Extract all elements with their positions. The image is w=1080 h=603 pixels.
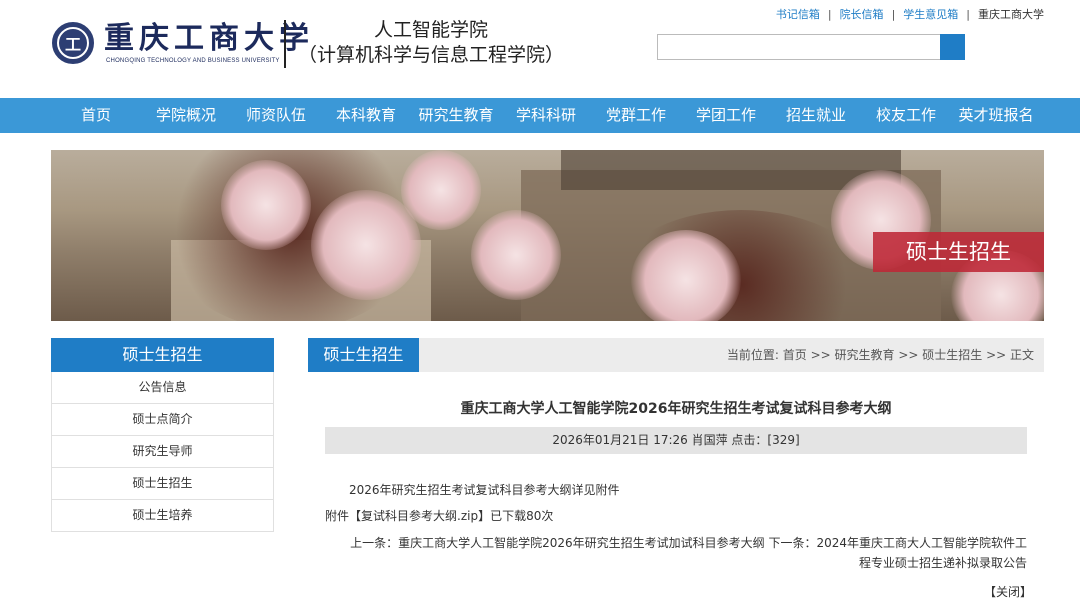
banner-blossom (221, 160, 311, 250)
nav-item-overview[interactable]: 学院概况 (141, 98, 231, 133)
sidebar-item-program-intro[interactable]: 硕士点简介 (51, 404, 274, 436)
university-name-cn[interactable]: 重庆工商大学 (104, 22, 314, 56)
college-name-line1: 人工智能学院 (373, 19, 488, 41)
next-article-link[interactable]: 下一条：2024年重庆工商大人工智能学院软件工程专业硕士招生递补拟录取公告 (768, 536, 1027, 570)
sidebar-title: 硕士生招生 (51, 338, 274, 372)
sidebar: 硕士生招生 公告信息 硕士点简介 研究生导师 硕士生招生 硕士生培养 (51, 338, 274, 532)
sidebar-item-master-training[interactable]: 硕士生培养 (51, 500, 274, 532)
nav-item-party[interactable]: 党群工作 (591, 98, 681, 133)
nav-item-undergraduate[interactable]: 本科教育 (321, 98, 411, 133)
nav-item-youth-league[interactable]: 学团工作 (681, 98, 771, 133)
nav-item-graduate[interactable]: 研究生教育 (411, 98, 501, 133)
nav-item-alumni[interactable]: 校友工作 (861, 98, 951, 133)
attachment-suffix: 】已下载80次 (478, 509, 554, 523)
banner-label: 硕士生招生 (873, 232, 1044, 272)
prev-next-nav: 上一条：重庆工商大学人工智能学院2026年研究生招生考试加试科目参考大纲 下一条… (340, 533, 1027, 573)
nav-item-home[interactable]: 首页 (51, 98, 141, 133)
logo-divider (284, 20, 286, 68)
article-meta: 2026年01月21日 17:26 肖国萍 点击：[329] (325, 427, 1027, 454)
university-link[interactable]: 重庆工商大学 (978, 6, 1044, 22)
banner-blossom (471, 210, 561, 300)
nav-item-admissions[interactable]: 招生就业 (771, 98, 861, 133)
attachment-prefix: 附件【 (325, 509, 362, 523)
article-content: 2026年研究生招生考试复试科目参考大纲详见附件 (349, 483, 620, 497)
main-nav: 首页 学院概况 师资队伍 本科教育 研究生教育 学科科研 党群工作 学团工作 招… (0, 98, 1080, 133)
student-feedback-link[interactable]: 学生意见箱 (903, 6, 958, 22)
university-name-en: CHONGQING TECHNOLOGY AND BUSINESS UNIVER… (106, 58, 280, 64)
close-link[interactable]: 【关闭】 (984, 583, 1032, 600)
section-tab: 硕士生招生 (308, 338, 419, 372)
breadcrumb: 当前位置: 首页 >> 研究生教育 >> 硕士生招生 >> 正文 (726, 348, 1034, 362)
attachment-link[interactable]: 复试科目参考大纲.zip (361, 509, 478, 523)
seal-inner: 工 (57, 27, 89, 59)
dean-mailbox-link[interactable]: 院长信箱 (840, 6, 884, 22)
secretary-mailbox-link[interactable]: 书记信箱 (776, 6, 820, 22)
nav-item-elite-class[interactable]: 英才班报名 (951, 98, 1041, 133)
banner-image: 硕士生招生 (51, 150, 1044, 321)
main-header-bar: 硕士生招生 当前位置: 首页 >> 研究生教育 >> 硕士生招生 >> 正文 (308, 338, 1044, 372)
sidebar-item-master-admissions[interactable]: 硕士生招生 (51, 468, 274, 500)
separator: | (891, 7, 896, 21)
banner-blossom (631, 230, 741, 321)
separator: | (827, 7, 832, 21)
attachment-line: 附件【复试科目参考大纲.zip】已下载80次 (325, 507, 553, 524)
sidebar-item-supervisors[interactable]: 研究生导师 (51, 436, 274, 468)
nav-item-research[interactable]: 学科科研 (501, 98, 591, 133)
top-links: 书记信箱 | 院长信箱 | 学生意见箱 | 重庆工商大学 (776, 6, 1044, 22)
separator: | (966, 7, 970, 21)
banner-blossom (401, 150, 481, 230)
college-name-line2: （计算机科学与信息工程学院） (297, 44, 564, 66)
search-input[interactable] (657, 34, 941, 60)
search-button[interactable] (940, 34, 965, 60)
prev-article-link[interactable]: 上一条：重庆工商大学人工智能学院2026年研究生招生考试加试科目参考大纲 (350, 536, 765, 550)
article-title: 重庆工商大学人工智能学院2026年研究生招生考试复试科目参考大纲 (460, 401, 892, 417)
university-seal-logo[interactable]: 工 (52, 22, 94, 64)
sidebar-item-announcements[interactable]: 公告信息 (51, 372, 274, 404)
college-name: 人工智能学院 （计算机科学与信息工程学院） (296, 18, 566, 68)
nav-item-faculty[interactable]: 师资队伍 (231, 98, 321, 133)
site-header: 工 重庆工商大学 CHONGQING TECHNOLOGY AND BUSINE… (0, 0, 1080, 98)
